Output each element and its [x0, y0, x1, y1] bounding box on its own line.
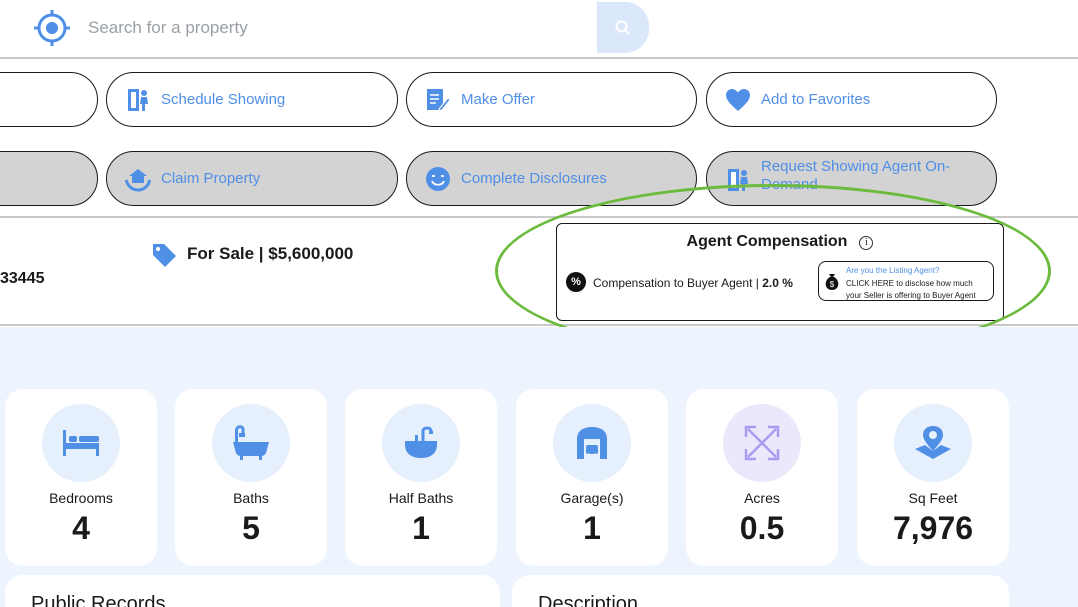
- compensation-value: 2.0 %: [762, 276, 793, 290]
- stat-card-half-baths: Half Baths 1: [345, 389, 497, 566]
- add-to-favorites-button[interactable]: Add to Favorites: [706, 72, 997, 127]
- price-tag-icon: [153, 244, 176, 267]
- sink-icon: [382, 404, 460, 482]
- request-showing-agent-button[interactable]: Request Showing Agent On-Demand: [706, 151, 997, 206]
- sale-status-price: For Sale | $5,600,000: [187, 244, 354, 263]
- description-title: Description: [538, 593, 639, 607]
- stat-card-sq-feet: Sq Feet 7,976: [857, 389, 1009, 566]
- percent-icon: %: [566, 272, 586, 292]
- description-card: Description: [512, 575, 1009, 607]
- public-records-title: Public Records: [31, 593, 166, 607]
- public-records-card: Public Records: [5, 575, 500, 607]
- search-button[interactable]: [597, 2, 649, 53]
- bed-icon: [42, 404, 120, 482]
- schedule-showing-button[interactable]: Schedule Showing: [106, 72, 398, 127]
- map-pin-icon: [894, 404, 972, 482]
- listing-info: 33445 For Sale | $5,600,000 Agent Compen…: [0, 220, 1078, 326]
- complete-disclosures-button[interactable]: Complete Disclosures: [406, 151, 697, 206]
- claim-property-button[interactable]: Claim Property: [106, 151, 398, 206]
- door-person-icon: [725, 167, 751, 193]
- svg-text:$: $: [830, 280, 835, 289]
- stat-card-acres: Acres 0.5: [686, 389, 838, 566]
- agent-compensation-title: Agent Compensation i: [557, 233, 1003, 251]
- money-bag-icon: $: [825, 274, 839, 290]
- search-bar: [0, 0, 1078, 59]
- action-button-partial-grey[interactable]: [0, 151, 98, 206]
- property-stats: Bedrooms 4 Baths 5 Half Baths 1 Garage(s…: [0, 327, 1078, 607]
- buyer-agent-compensation: Compensation to Buyer Agent | 2.0 %: [593, 276, 793, 290]
- hands-house-icon: [125, 166, 151, 192]
- door-person-icon: [125, 87, 151, 113]
- garage-icon: [553, 404, 631, 482]
- make-offer-button[interactable]: Make Offer: [406, 72, 697, 127]
- search-icon: [615, 20, 630, 35]
- agent-compensation-box: Agent Compensation i % Compensation to Bu…: [556, 223, 1004, 321]
- heart-icon: [725, 87, 751, 113]
- smiley-icon: [425, 166, 451, 192]
- address-zip: 33445: [0, 270, 45, 287]
- document-pen-icon: [425, 87, 451, 113]
- bathtub-icon: [212, 404, 290, 482]
- info-icon[interactable]: i: [859, 236, 874, 250]
- stat-card-garages: Garage(s) 1: [516, 389, 668, 566]
- locate-target-icon[interactable]: [33, 9, 71, 47]
- expand-arrows-icon: [723, 404, 801, 482]
- action-button-partial[interactable]: [0, 72, 98, 127]
- listing-agent-disclose-button[interactable]: $ Are you the Listing Agent? CLICK HERE …: [818, 261, 994, 301]
- search-input[interactable]: [88, 12, 568, 44]
- stat-card-baths: Baths 5: [175, 389, 327, 566]
- action-buttons: Schedule Showing Make Offer Add to Favor…: [0, 59, 1078, 218]
- stat-card-bedrooms: Bedrooms 4: [5, 389, 157, 566]
